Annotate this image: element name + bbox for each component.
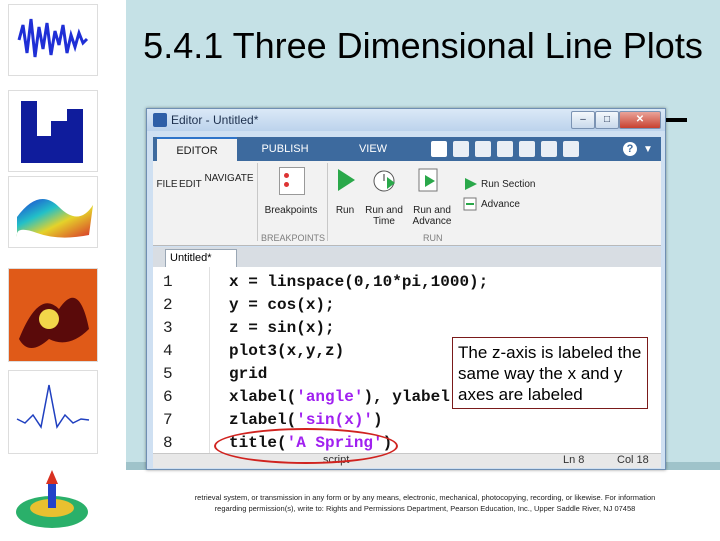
code-line: zlabel('sin(x)') [229, 411, 383, 429]
run-and-advance-icon[interactable] [417, 167, 441, 193]
help-icon[interactable]: ? [623, 142, 637, 156]
status-column: Col 18 [617, 454, 649, 466]
slide-title: 5.4.1 Three Dimensional Line Plots [143, 25, 703, 66]
fractal-image-thumbnail [8, 268, 98, 362]
run-section-button[interactable]: Run Section [481, 179, 535, 190]
title-line-highlight [214, 428, 398, 464]
code-line: z = sin(x); [229, 319, 335, 337]
document-tab-bar: Untitled* [153, 247, 661, 267]
document-tab-label: Untitled* [170, 252, 212, 264]
line-number: 2 [163, 296, 173, 314]
string-literal: 'sin(x)' [296, 411, 374, 429]
breakpoints-group-label: BREAKPOINTS [261, 233, 326, 243]
code-token: zlabel( [229, 411, 297, 429]
advance-button[interactable]: Advance [481, 199, 520, 210]
code-token: xlabel( [229, 388, 297, 406]
close-button[interactable]: ✕ [619, 111, 661, 129]
code-line: x = linspace(0,10*pi,1000); [229, 273, 489, 291]
run-section-icon[interactable] [463, 177, 479, 191]
editor-window-title: Editor - Untitled* [171, 113, 259, 127]
edit-menu[interactable]: EDIT [179, 179, 202, 190]
string-literal: 'angle' [296, 388, 364, 406]
title-rule [665, 118, 687, 122]
undo-icon[interactable] [519, 141, 535, 157]
line-number: 3 [163, 319, 173, 337]
paste-icon[interactable] [497, 141, 513, 157]
surface-plot-thumbnail [8, 176, 98, 248]
file-menu[interactable]: FILE [155, 179, 179, 190]
minimize-button[interactable]: – [571, 111, 595, 129]
run-and-time-icon[interactable] [371, 167, 397, 193]
code-token: ) [373, 411, 383, 429]
run-and-advance-button[interactable]: Run and Advance [407, 205, 457, 227]
maximize-button[interactable]: □ [595, 111, 619, 129]
line-number: 7 [163, 411, 173, 429]
ribbon-tabs: EDITOR PUBLISH VIEW ? ▼ [153, 137, 661, 161]
waveform-plot-thumbnail [8, 4, 98, 76]
tab-view[interactable]: VIEW [333, 137, 413, 161]
editor-app-icon [153, 113, 167, 127]
cut-icon[interactable] [453, 141, 469, 157]
ribbon-separator [327, 163, 328, 241]
breakpoints-button[interactable]: Breakpoints [259, 205, 323, 216]
run-and-time-button[interactable]: Run and Time [363, 205, 405, 227]
status-line: Ln 8 [563, 454, 585, 466]
code-line: grid [229, 365, 268, 383]
sinc-plot-thumbnail [8, 370, 98, 454]
code-token: ), ylabel [363, 388, 450, 406]
tab-editor[interactable]: EDITOR [157, 137, 237, 161]
save-icon[interactable] [431, 141, 447, 157]
run-icon[interactable] [335, 167, 357, 193]
ribbon-separator [257, 163, 258, 241]
code-line: plot3(x,y,z) [229, 342, 345, 360]
editor-title-bar: Editor - Untitled* – □ ✕ [147, 109, 665, 131]
thumbnail-strip [0, 0, 126, 540]
line-number: 8 [163, 434, 173, 452]
line-number: 4 [163, 342, 173, 360]
run-button[interactable]: Run [329, 205, 361, 216]
editor-ribbon: FILE EDIT NAVIGATE Breakpoints BREAKPOIN… [153, 161, 661, 246]
code-line: xlabel('angle'), ylabel [229, 388, 450, 406]
line-number: 5 [163, 365, 173, 383]
3d-surface-thumbnail [8, 462, 96, 536]
switch-windows-icon[interactable] [563, 141, 579, 157]
line-number: 1 [163, 273, 173, 291]
code-line: y = cos(x); [229, 296, 335, 314]
navigate-menu[interactable]: NAVIGATE [203, 173, 255, 184]
histogram-thumbnail [8, 90, 98, 172]
chevron-down-icon[interactable]: ▼ [643, 144, 653, 155]
redo-icon[interactable] [541, 141, 557, 157]
document-tab-untitled[interactable]: Untitled* [165, 249, 237, 267]
run-group-label: RUN [423, 233, 443, 243]
breakpoints-icon[interactable] [279, 167, 305, 195]
line-number: 6 [163, 388, 173, 406]
copy-icon[interactable] [475, 141, 491, 157]
matlab-editor-window: Editor - Untitled* – □ ✕ EDITOR PUBLISH … [146, 108, 666, 470]
copyright-footer: retrieval system, or transmission in any… [194, 493, 656, 513]
advance-icon[interactable] [463, 197, 479, 211]
callout-box: The z-axis is labeled the same way the x… [452, 337, 648, 409]
tab-publish[interactable]: PUBLISH [245, 137, 325, 161]
